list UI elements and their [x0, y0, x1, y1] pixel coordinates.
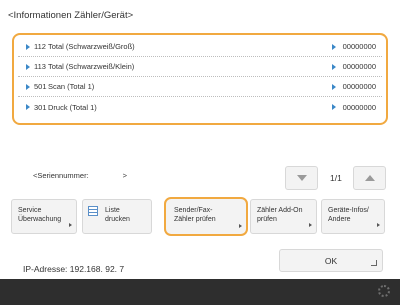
counter-label: Scan (Total 1)	[48, 82, 95, 91]
counter-number: 501	[34, 82, 47, 91]
button-label: Liste	[105, 207, 120, 214]
ip-address: IP-Adresse: 192.168. 92. 7	[23, 264, 125, 274]
button-label: prüfen	[257, 216, 277, 223]
check-sender-fax-counter-button[interactable]: Sender/Fax- Zähler prüfen	[164, 197, 248, 236]
counter-list: 112 Total (Schwarzweiß/Groß) 00000000 11…	[12, 33, 388, 125]
serial-number: <Seriennummer: >	[33, 171, 127, 180]
counter-label: Druck (Total 1)	[48, 102, 97, 112]
button-label: Zähler prüfen	[174, 216, 216, 223]
bullet-icon	[26, 43, 30, 50]
button-label: drucken	[105, 216, 130, 223]
chevron-right-icon	[69, 223, 72, 227]
bullet-icon	[331, 104, 336, 110]
counter-row: 112 Total (Schwarzweiß/Groß) 00000000	[18, 37, 382, 57]
bullet-icon	[26, 104, 30, 110]
button-label: Zähler Add-On	[257, 207, 303, 214]
ok-label: OK	[324, 255, 338, 266]
chevron-right-icon	[377, 223, 380, 227]
bullet-icon	[331, 63, 336, 70]
print-list-button[interactable]: Liste drucken	[82, 199, 152, 234]
chevron-right-icon	[239, 224, 242, 228]
status-bar	[0, 279, 400, 305]
counter-number: 113	[34, 62, 46, 71]
button-label: Geräte-Infos/	[328, 207, 369, 214]
counter-number: 112	[34, 42, 46, 51]
gear-icon[interactable]	[378, 285, 390, 297]
corner-icon	[371, 260, 377, 266]
counter-label: Total (Schwarzweiß/Klein)	[48, 62, 135, 71]
counter-row: 301 Druck (Total 1) 00000000	[18, 97, 382, 117]
bullet-icon	[331, 43, 336, 50]
chevron-up-icon	[364, 175, 375, 181]
ok-button[interactable]: OK	[279, 249, 383, 272]
button-label: Überwachung	[18, 216, 62, 223]
counter-value: 00000000	[342, 102, 376, 112]
list-icon	[88, 206, 98, 216]
bullet-icon	[331, 83, 336, 90]
counter-value: 00000000	[342, 82, 376, 91]
device-info-button[interactable]: Geräte-Infos/ Andere	[321, 199, 385, 234]
counter-number: 301	[34, 102, 47, 112]
check-addon-counter-button[interactable]: Zähler Add-On prüfen	[250, 199, 317, 234]
counter-value: 00000000	[342, 62, 376, 71]
counter-label: Total (Schwarzweiß/Groß)	[48, 42, 135, 51]
button-label: Service	[18, 207, 42, 214]
scroll-down-button[interactable]	[285, 166, 318, 190]
counter-row: 501 Scan (Total 1) 00000000	[18, 77, 382, 97]
scroll-up-button[interactable]	[353, 166, 386, 190]
page-indicator: 1/1	[330, 173, 342, 183]
serial-label: <Seriennummer:	[33, 171, 89, 180]
page-title: <Informationen Zähler/Gerät>	[8, 10, 134, 21]
counter-row: 113 Total (Schwarzweiß/Klein) 00000000	[18, 57, 382, 77]
button-label: Andere	[328, 216, 351, 223]
serial-value: >	[122, 171, 128, 180]
bullet-icon	[26, 63, 30, 70]
chevron-right-icon	[309, 223, 312, 227]
service-monitoring-button[interactable]: Service Überwachung	[11, 199, 77, 234]
button-label: Sender/Fax-	[174, 207, 213, 214]
counter-value: 00000000	[342, 42, 376, 51]
bullet-icon	[26, 83, 30, 90]
chevron-down-icon	[296, 175, 307, 181]
